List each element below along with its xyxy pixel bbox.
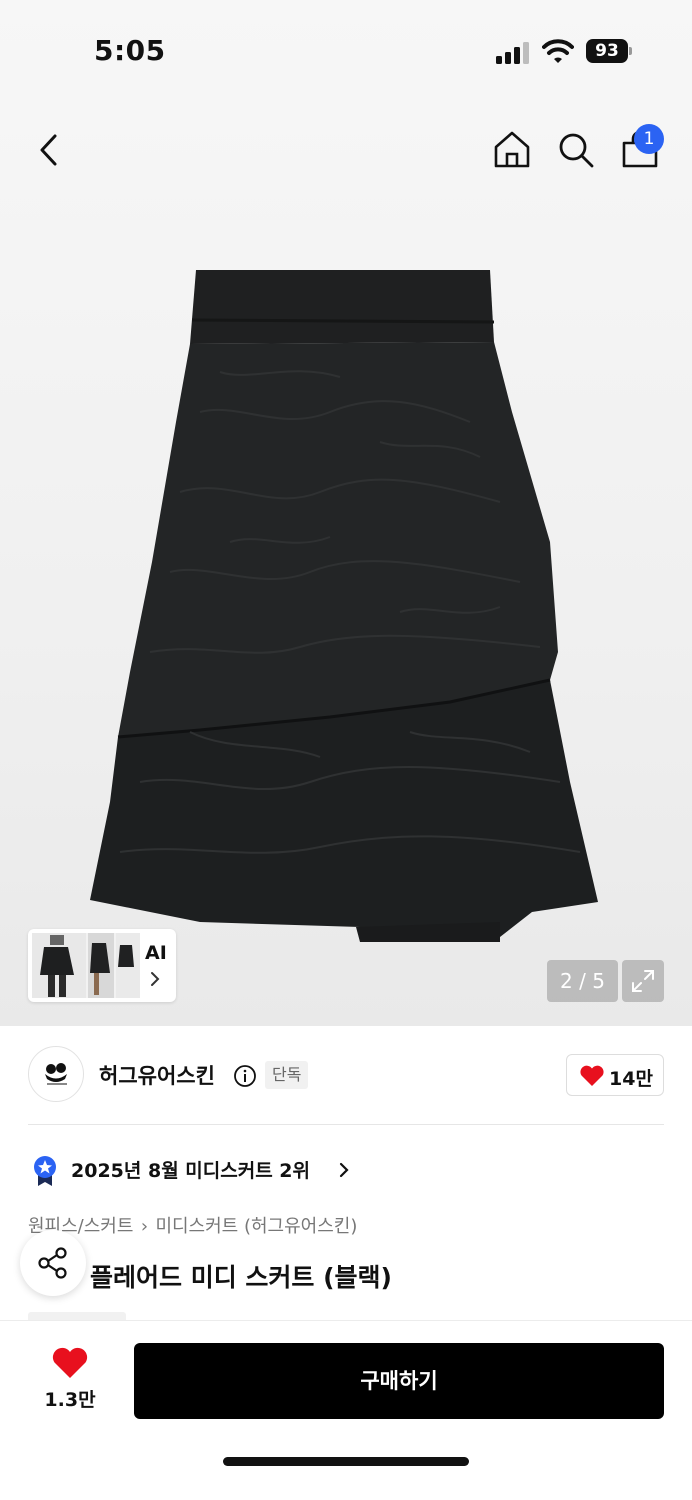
brand-row: 허그유어스킨 단독 14만	[0, 1026, 692, 1126]
search-icon[interactable]	[554, 128, 598, 172]
brand-like-button[interactable]: 14만	[566, 1054, 664, 1096]
brand-like-count: 14만	[609, 1068, 653, 1090]
chevron-right-icon	[151, 972, 160, 986]
back-icon[interactable]	[28, 128, 72, 172]
styling-preview-image	[32, 933, 140, 998]
bottom-action-bar: 1.3만 구매하기	[0, 1320, 692, 1500]
ai-styling-thumbnail[interactable]: AI	[28, 929, 176, 1002]
status-time: 5:05	[94, 34, 166, 67]
image-page-counter: 2 / 5	[547, 960, 618, 1002]
breadcrumb-separator: ›	[140, 1216, 149, 1237]
breadcrumb-subcategory[interactable]: 미디스커트 (허그유어스킨)	[155, 1216, 357, 1237]
wishlist-heart-icon[interactable]	[51, 1347, 89, 1379]
expand-image-button[interactable]	[622, 960, 664, 1002]
ranking-text: 2025년 8월 미디스커트 2위	[71, 1160, 311, 1182]
chevron-right-icon	[339, 1162, 349, 1178]
info-icon[interactable]	[233, 1064, 257, 1088]
buy-button[interactable]: 구매하기	[134, 1343, 664, 1419]
ranking-link[interactable]: 2025년 8월 미디스커트 2위	[28, 1150, 664, 1190]
brand-name[interactable]: 허그유어스킨	[99, 1060, 215, 1090]
share-button[interactable]	[20, 1230, 86, 1296]
wifi-icon	[542, 39, 574, 63]
ranking-medal-icon	[34, 1156, 56, 1186]
breadcrumb: 원피스/스커트 › 미디스커트 (허그유어스킨)	[28, 1212, 357, 1238]
home-icon[interactable]	[490, 128, 534, 172]
product-photo[interactable]	[80, 262, 610, 952]
brand-logo[interactable]	[28, 1046, 84, 1102]
status-bar: 5:05 93	[0, 0, 692, 100]
expand-icon	[632, 970, 654, 992]
heart-icon	[580, 1065, 604, 1086]
exclusive-badge: 단독	[265, 1061, 309, 1089]
cellular-signal-icon	[496, 42, 529, 64]
product-title: 플레어드 미디 스커트 (블랙)	[90, 1263, 392, 1292]
battery-cap	[629, 47, 632, 55]
battery-icon: 93	[586, 39, 632, 63]
brand-logo-mark	[45, 1063, 67, 1085]
share-icon	[38, 1247, 67, 1279]
ai-label: AI	[145, 942, 167, 964]
home-indicator	[223, 1457, 469, 1466]
wishlist-count: 1.3만	[44, 1389, 96, 1411]
battery-level: 93	[586, 39, 628, 63]
divider	[28, 1124, 664, 1125]
cart-count-badge: 1	[634, 124, 664, 154]
